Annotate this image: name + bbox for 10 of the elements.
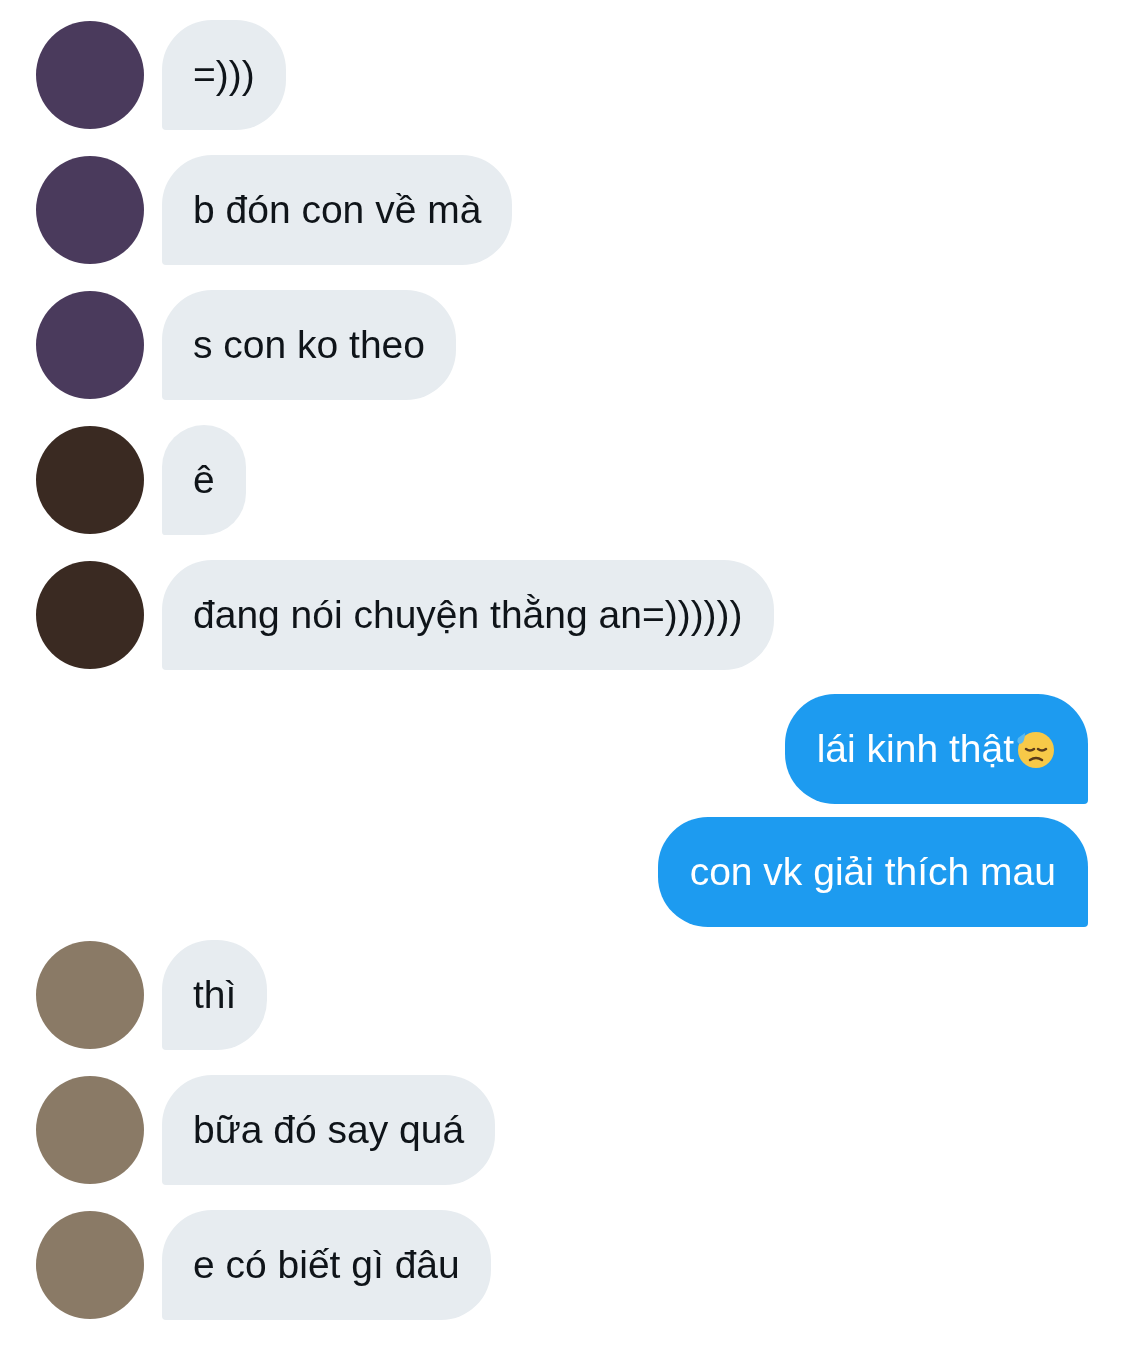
message-bubble: bữa đó say quá	[162, 1075, 496, 1185]
message-text: con vk giải thích mau	[689, 850, 1056, 894]
message-bubble: b đón con về mà	[162, 155, 513, 265]
message-text: lái kinh thật	[816, 727, 1014, 771]
message-bubble: ê	[162, 425, 246, 535]
message-bubble: đang nói chuyện thằng an=))))))	[162, 560, 774, 670]
message-bubble: e có biết gì đâu	[162, 1210, 491, 1320]
message-bubble: s con ko theo	[162, 290, 456, 400]
message-bubble: =)))	[162, 20, 286, 130]
message-bubble: thì	[162, 940, 268, 1050]
